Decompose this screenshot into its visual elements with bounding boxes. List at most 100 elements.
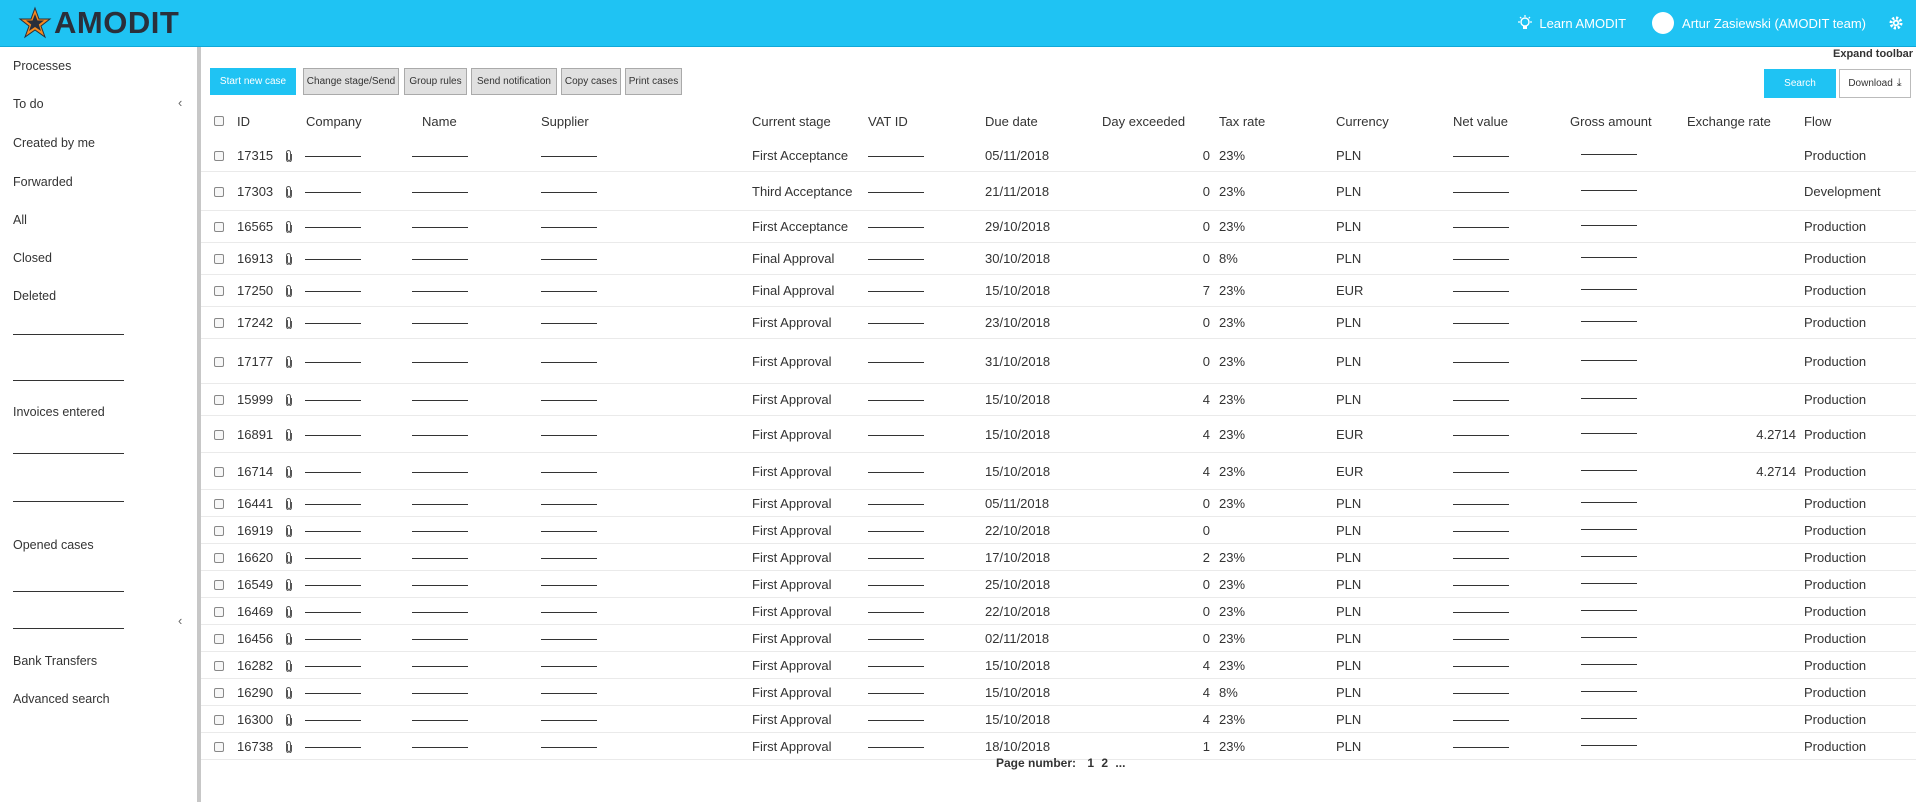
send-notification-button[interactable]: Send notification [471, 68, 557, 95]
sidebar-item-closed[interactable]: Closed [13, 251, 52, 265]
paperclip-icon[interactable] [285, 394, 293, 406]
case-id[interactable]: 17315 [237, 148, 273, 163]
table-row[interactable]: 16565 First Acceptance 29/10/2018 0 23% PLN Pr… [201, 211, 1916, 243]
case-id[interactable]: 17250 [237, 283, 273, 298]
sidebar-redacted-item[interactable] [13, 501, 124, 502]
table-row[interactable]: 16913 Final Approval 30/10/2018 0 8% PLN Produ… [201, 243, 1916, 275]
paperclip-icon[interactable] [285, 498, 293, 510]
case-id[interactable]: 16913 [237, 251, 273, 266]
case-id[interactable]: 15999 [237, 392, 273, 407]
table-row[interactable]: 16300 First Approval 15/10/2018 4 23% PLN Prod… [201, 706, 1916, 733]
table-row[interactable]: 15999 First Approval 15/10/2018 4 23% PLN Prod… [201, 384, 1916, 416]
case-id[interactable]: 17177 [237, 354, 273, 369]
sidebar-item-forwarded[interactable]: Forwarded [13, 175, 73, 189]
column-header-name[interactable]: Name [422, 114, 457, 129]
table-row[interactable]: 17315 First Acceptance 05/11/2018 0 23% PLN Pr… [201, 140, 1916, 172]
table-row[interactable]: 17250 Final Approval 15/10/2018 7 23% EUR Prod… [201, 275, 1916, 307]
paperclip-icon[interactable] [285, 579, 293, 591]
case-id[interactable]: 16441 [237, 496, 273, 511]
table-row[interactable]: 16290 First Approval 15/10/2018 4 8% PLN Produ… [201, 679, 1916, 706]
column-header-day-exceeded[interactable]: Day exceeded [1102, 114, 1185, 129]
page-link-2[interactable]: 2 [1101, 756, 1108, 770]
case-id[interactable]: 16620 [237, 550, 273, 565]
row-checkbox[interactable] [214, 742, 224, 752]
gear-icon[interactable] [1888, 15, 1904, 31]
paperclip-icon[interactable] [285, 317, 293, 329]
group-rules-button[interactable]: Group rules [404, 68, 467, 95]
case-id[interactable]: 16565 [237, 219, 273, 234]
case-id[interactable]: 16549 [237, 577, 273, 592]
sidebar-item-advanced-search[interactable]: Advanced search [13, 692, 110, 706]
paperclip-icon[interactable] [285, 741, 293, 753]
column-header-id[interactable]: ID [237, 114, 250, 129]
column-header-currency[interactable]: Currency [1336, 114, 1389, 129]
column-header-company[interactable]: Company [306, 114, 362, 129]
paperclip-icon[interactable] [285, 660, 293, 672]
expand-toolbar-link[interactable]: Expand toolbar [1833, 48, 1913, 60]
table-row[interactable]: 16441 First Approval 05/11/2018 0 23% PLN Prod… [201, 490, 1916, 517]
case-id[interactable]: 16891 [237, 427, 273, 442]
sidebar-item-created-by-me[interactable]: Created by me [13, 136, 95, 150]
case-id[interactable]: 16456 [237, 631, 273, 646]
column-header-vat-id[interactable]: VAT ID [868, 114, 908, 129]
table-row[interactable]: 16714 First Approval 15/10/2018 4 23% EUR 4.27… [201, 453, 1916, 490]
row-checkbox[interactable] [214, 151, 224, 161]
table-row[interactable]: 16282 First Approval 15/10/2018 4 23% PLN Prod… [201, 652, 1916, 679]
sidebar-item-bank-transfers[interactable]: Bank Transfers [13, 654, 97, 668]
sidebar-redacted-item[interactable] [13, 628, 124, 629]
table-row[interactable]: 16891 First Approval 15/10/2018 4 23% EUR 4.27… [201, 416, 1916, 453]
column-header-due-date[interactable]: Due date [985, 114, 1038, 129]
table-row[interactable]: 16456 First Approval 02/11/2018 0 23% PLN Prod… [201, 625, 1916, 652]
sidebar-item-processes[interactable]: Processes [13, 59, 71, 73]
row-checkbox[interactable] [214, 553, 224, 563]
paperclip-icon[interactable] [285, 186, 293, 198]
sidebar-item-invoices-entered[interactable]: Invoices entered [13, 405, 105, 419]
sidebar-redacted-item[interactable] [13, 591, 124, 592]
sidebar-item-all[interactable]: All [13, 213, 27, 227]
table-row[interactable]: 17303 Third Acceptance 21/11/2018 0 23% PLN De… [201, 172, 1916, 211]
learn-amodit-link[interactable]: Learn AMODIT [1517, 15, 1626, 31]
row-checkbox[interactable] [214, 688, 224, 698]
row-checkbox[interactable] [214, 254, 224, 264]
user-menu[interactable]: Artur Zasiewski (AMODIT team) [1652, 12, 1866, 34]
row-checkbox[interactable] [214, 395, 224, 405]
row-checkbox[interactable] [214, 222, 224, 232]
column-header-tax-rate[interactable]: Tax rate [1219, 114, 1265, 129]
case-id[interactable]: 16300 [237, 712, 273, 727]
paperclip-icon[interactable] [285, 633, 293, 645]
sidebar-item-deleted[interactable]: Deleted [13, 289, 56, 303]
row-checkbox[interactable] [214, 661, 224, 671]
page-link-more[interactable]: ... [1115, 756, 1125, 770]
row-checkbox[interactable] [214, 499, 224, 509]
row-checkbox[interactable] [214, 467, 224, 477]
case-id[interactable]: 16469 [237, 604, 273, 619]
sidebar-item-opened-cases[interactable]: Opened cases [13, 538, 94, 552]
table-row[interactable]: 16620 First Approval 17/10/2018 2 23% PLN Prod… [201, 544, 1916, 571]
change-stage-button[interactable]: Change stage/Send [303, 68, 399, 95]
table-row[interactable]: 16919 First Approval 22/10/2018 0 PLN Product… [201, 517, 1916, 544]
row-checkbox[interactable] [214, 526, 224, 536]
column-header-current-stage[interactable]: Current stage [752, 114, 831, 129]
column-header-flow[interactable]: Flow [1804, 114, 1831, 129]
row-checkbox[interactable] [214, 580, 224, 590]
row-checkbox[interactable] [214, 318, 224, 328]
case-id[interactable]: 16714 [237, 464, 273, 479]
case-id[interactable]: 17242 [237, 315, 273, 330]
column-header-net-value[interactable]: Net value [1453, 114, 1508, 129]
table-row[interactable]: 17242 First Approval 23/10/2018 0 23% PLN Prod… [201, 307, 1916, 339]
row-checkbox[interactable] [214, 430, 224, 440]
chevron-left-icon[interactable]: ‹ [178, 95, 182, 110]
page-link-1[interactable]: 1 [1087, 756, 1094, 770]
paperclip-icon[interactable] [285, 687, 293, 699]
copy-cases-button[interactable]: Copy cases [561, 68, 621, 95]
column-header-supplier[interactable]: Supplier [541, 114, 589, 129]
case-id[interactable]: 16290 [237, 685, 273, 700]
column-header-exchange-rate[interactable]: Exchange rate [1687, 114, 1771, 129]
download-button[interactable]: Download ⤓ [1839, 69, 1911, 98]
paperclip-icon[interactable] [285, 714, 293, 726]
search-button[interactable]: Search [1764, 69, 1836, 98]
table-row[interactable]: 17177 First Approval 31/10/2018 0 23% PLN Prod… [201, 339, 1916, 384]
sidebar-redacted-item[interactable] [13, 334, 124, 335]
row-checkbox[interactable] [214, 715, 224, 725]
case-id[interactable]: 16282 [237, 658, 273, 673]
